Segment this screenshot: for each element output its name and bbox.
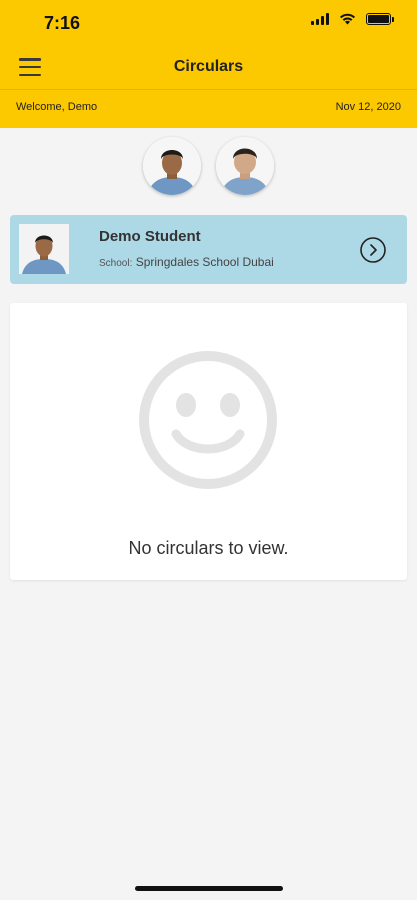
home-indicator[interactable]: [135, 886, 283, 891]
student-card[interactable]: Demo Student School: Springdales School …: [10, 215, 407, 284]
welcome-text: Welcome, Demo: [16, 101, 98, 113]
page-title: Circulars: [173, 58, 244, 75]
student-name: Demo Student: [99, 228, 201, 245]
school-name: Springdales School Dubai: [135, 255, 274, 269]
header-divider: [0, 89, 417, 90]
smiley-face-icon: [139, 351, 277, 489]
battery-icon: [366, 13, 394, 25]
app-header: 7:16 Circulars Welcome, Demo Nov 12, 202…: [0, 0, 417, 128]
student-photo-icon: [143, 137, 201, 195]
student-photo-icon: [216, 137, 274, 195]
chevron-right-circle-icon[interactable]: [360, 237, 386, 263]
wifi-icon: [340, 13, 355, 25]
status-time: 7:16: [44, 13, 81, 33]
student-school: School: Springdales School Dubai: [99, 255, 274, 269]
status-icons: [311, 13, 394, 25]
student-avatar-1[interactable]: [143, 137, 201, 195]
circulars-empty-state: No circulars to view.: [10, 303, 407, 580]
student-card-photo: [19, 224, 69, 274]
cellular-signal-icon: [311, 13, 329, 25]
student-avatar-2[interactable]: [216, 137, 274, 195]
student-photo-icon: [19, 224, 69, 274]
current-date: Nov 12, 2020: [335, 101, 401, 113]
school-label: School:: [99, 258, 133, 269]
empty-message: No circulars to view.: [128, 538, 289, 558]
